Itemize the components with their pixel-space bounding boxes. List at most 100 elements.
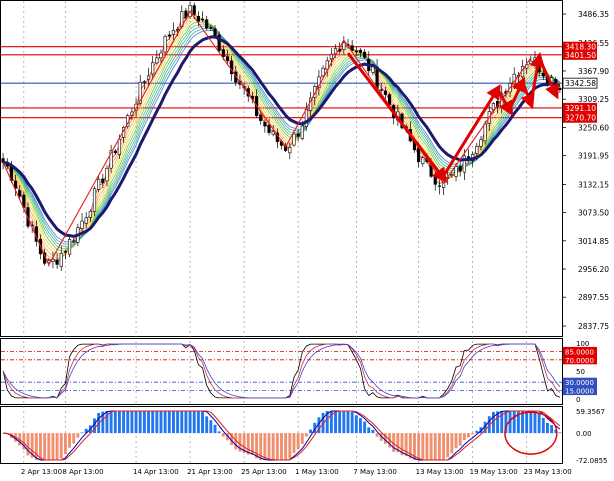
candle-body-82: [342, 42, 346, 50]
candle-body-35: [146, 75, 151, 80]
macd-bar-71: [296, 433, 300, 450]
macd-bar-106: [442, 433, 446, 460]
macd-bar-33: [138, 411, 142, 434]
macd-bar-30: [126, 411, 130, 434]
x-tick-label-8: 19 May 13:00: [470, 468, 518, 476]
macd-bar-126: [525, 411, 529, 434]
macd-bar-52: [217, 431, 221, 434]
x-tick-label-7: 13 May 13:00: [416, 468, 464, 476]
macd-bar-28: [117, 411, 121, 434]
candle-body-110: [458, 166, 462, 172]
x-tick-label-9: 23 May 13:00: [524, 468, 572, 476]
candle-body-70: [292, 133, 296, 146]
macd-bar-9: [39, 433, 42, 460]
candle-body-20: [84, 217, 88, 224]
macd-bar-72: [300, 433, 304, 445]
y-tick-label-3: 3309.25: [578, 95, 609, 104]
macd-bar-109: [454, 433, 458, 449]
stoch-tick-label-5: 15.0000: [565, 388, 594, 396]
macd-bar-15: [63, 433, 67, 455]
macd-bar-59: [246, 433, 250, 455]
candle-body-104: [433, 176, 437, 185]
candle-body-134: [558, 87, 562, 91]
candle-body-39: [163, 36, 167, 53]
macd-bar-8: [34, 433, 38, 460]
candle-body-118: [491, 103, 496, 110]
macd-bar-29: [122, 411, 126, 434]
macd-bar-45: [188, 411, 192, 434]
macd-bar-40: [167, 411, 171, 434]
macd-tick-label-0: 59.3567: [576, 408, 605, 416]
candle-body-16: [67, 239, 72, 255]
macd-bar-12: [51, 433, 55, 460]
stoch-tick-label-3: 50: [576, 368, 585, 376]
macd-bar-129: [537, 413, 541, 434]
macd-bar-39: [163, 411, 167, 434]
candle-body-25: [105, 168, 109, 182]
macd-bar-51: [213, 424, 217, 434]
candle-body-37: [155, 57, 159, 64]
macd-bar-68: [284, 433, 288, 460]
candle-body-91: [379, 89, 383, 91]
macd-bar-73: [304, 433, 308, 437]
macd-bar-111: [462, 433, 466, 441]
candle-body-87: [363, 51, 367, 58]
candle-body-42: [176, 28, 180, 31]
macd-bar-108: [450, 433, 454, 454]
macd-bar-64: [267, 433, 271, 460]
macd-bar-131: [546, 422, 549, 434]
macd-bar-110: [458, 433, 462, 446]
macd-bar-103: [429, 433, 433, 460]
macd-bar-50: [209, 420, 213, 434]
candle-body-72: [300, 125, 304, 139]
macd-bar-127: [529, 411, 533, 434]
x-tick-label-2: 14 Apr 13:00: [133, 468, 179, 476]
candle-body-85: [354, 50, 358, 53]
candle-body-109: [454, 166, 458, 177]
macd-bar-84: [350, 411, 354, 434]
macd-bar-112: [467, 433, 470, 438]
stoch-tick-label-2: 70.0000: [565, 357, 594, 365]
x-tick-label-4: 25 Apr 13:00: [241, 468, 287, 476]
macd-bar-38: [159, 411, 163, 434]
candle-body-64: [267, 124, 271, 133]
chart-root: 3486.353426.553367.903309.253250.603191.…: [0, 0, 614, 477]
x-tick-label-5: 1 May 13:00: [295, 468, 339, 476]
candle-body-84: [350, 45, 354, 51]
candle-body-100: [417, 147, 421, 163]
candle-body-28: [117, 138, 122, 155]
macd-bar-46: [192, 411, 196, 434]
y-tick-label-7: 3073.50: [578, 209, 609, 218]
x-tick-label-0: 2 Apr 13:00: [21, 468, 62, 476]
candle-body-71: [296, 133, 300, 137]
macd-bar-53: [221, 433, 225, 437]
y-tick-label-5: 3191.95: [578, 152, 609, 161]
macd-bar-107: [446, 433, 450, 458]
macd-bar-10: [43, 433, 47, 460]
candle-body-51: [213, 28, 217, 37]
candle-body-38: [159, 52, 163, 59]
macd-tick-label-1: 0.00: [576, 430, 592, 438]
x-tick-label-1: 8 Apr 13:00: [62, 468, 103, 476]
macd-bar-63: [263, 433, 267, 460]
y-tick-label-11: 2837.75: [578, 322, 609, 331]
macd-bar-43: [180, 411, 184, 434]
y-tick-label-10: 2897.55: [578, 293, 609, 302]
candle-body-108: [450, 174, 454, 176]
candle-body-50: [209, 27, 213, 29]
candle-body-17: [72, 240, 76, 242]
macd-bar-69: [288, 433, 292, 459]
level-label-2: 3342.58: [565, 79, 596, 88]
macd-bar-47: [196, 411, 200, 434]
macd-bar-14: [59, 433, 63, 459]
macd-bar-105: [437, 433, 441, 460]
macd-bar-130: [541, 417, 545, 434]
macd-bar-19: [80, 432, 84, 434]
stoch-tick-label-0: 100: [576, 340, 589, 348]
level-label-3: 3291.10: [565, 104, 596, 113]
candle-body-92: [383, 90, 387, 95]
macd-bar-83: [346, 411, 350, 434]
macd-bar-17: [72, 433, 76, 444]
macd-bar-74: [309, 429, 313, 434]
candle-body-69: [288, 147, 292, 154]
